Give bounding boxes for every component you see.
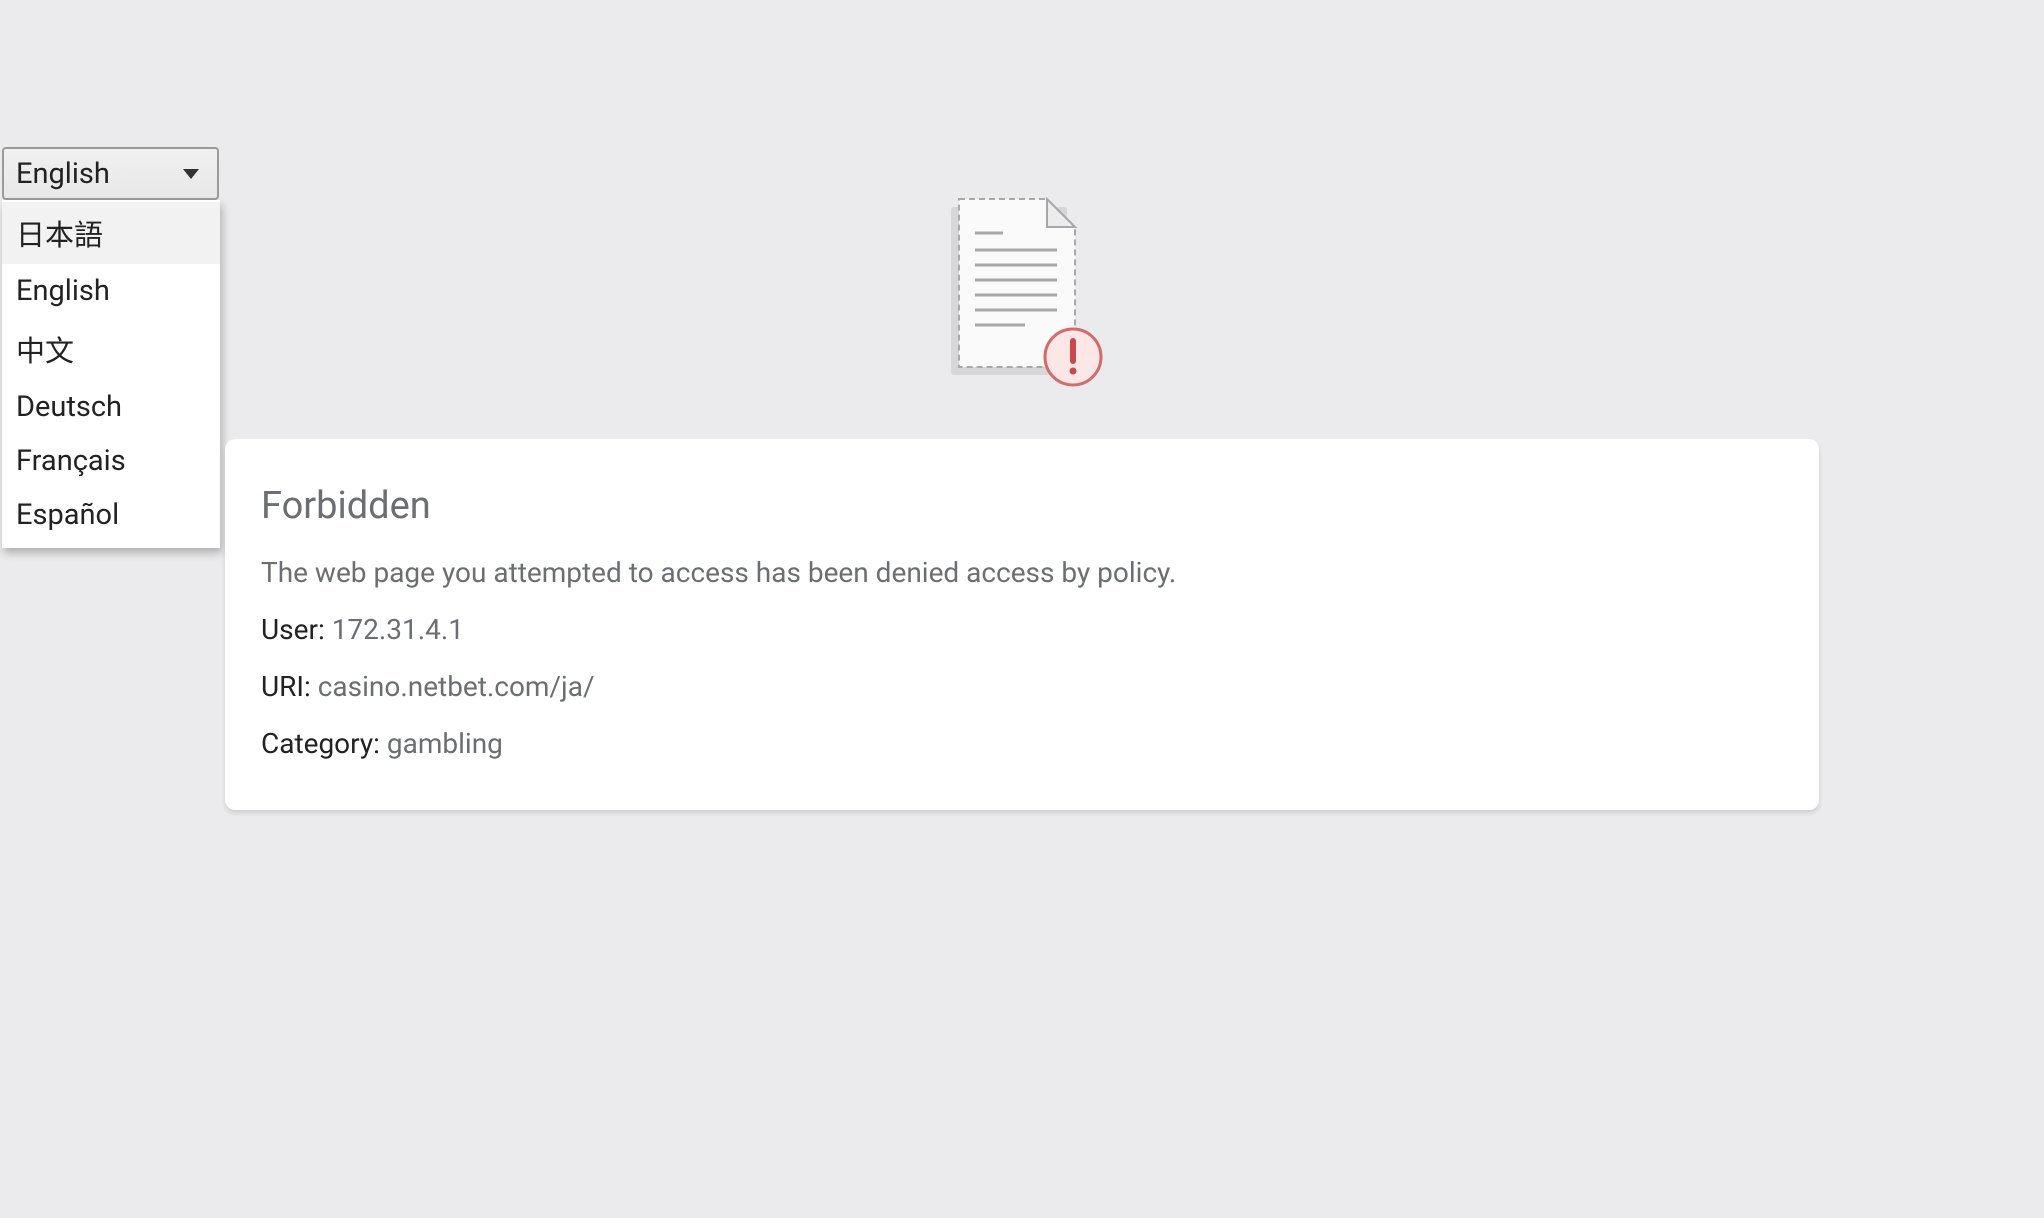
language-option-spanish[interactable]: Español xyxy=(2,488,220,542)
card-category-row: Category: gambling xyxy=(261,727,1783,760)
forbidden-card: Forbidden The web page you attempted to … xyxy=(225,439,1819,810)
language-select[interactable]: English xyxy=(2,147,219,200)
card-user-row: User: 172.31.4.1 xyxy=(261,613,1783,646)
language-dropdown: 日本語 English 中文 Deutsch Français Español xyxy=(2,200,220,548)
uri-value: casino.netbet.com/ja/ xyxy=(318,670,595,703)
language-option-english[interactable]: English xyxy=(2,264,220,318)
card-title: Forbidden xyxy=(261,484,1783,528)
language-select-value: English xyxy=(16,157,110,191)
user-value: 172.31.4.1 xyxy=(332,613,464,646)
card-message: The web page you attempted to access has… xyxy=(261,556,1783,589)
content-area: Forbidden The web page you attempted to … xyxy=(225,0,1819,1218)
forbidden-page-icon xyxy=(225,0,1819,383)
language-option-french[interactable]: Français xyxy=(2,434,220,488)
language-option-german[interactable]: Deutsch xyxy=(2,380,220,434)
category-value: gambling xyxy=(387,727,503,760)
language-option-chinese[interactable]: 中文 xyxy=(2,318,220,380)
uri-label: URI: xyxy=(261,670,311,703)
chevron-down-icon xyxy=(183,169,199,179)
user-label: User: xyxy=(261,613,325,646)
category-label: Category: xyxy=(261,727,380,760)
card-uri-row: URI: casino.netbet.com/ja/ xyxy=(261,670,1783,703)
language-option-japanese[interactable]: 日本語 xyxy=(2,202,220,264)
